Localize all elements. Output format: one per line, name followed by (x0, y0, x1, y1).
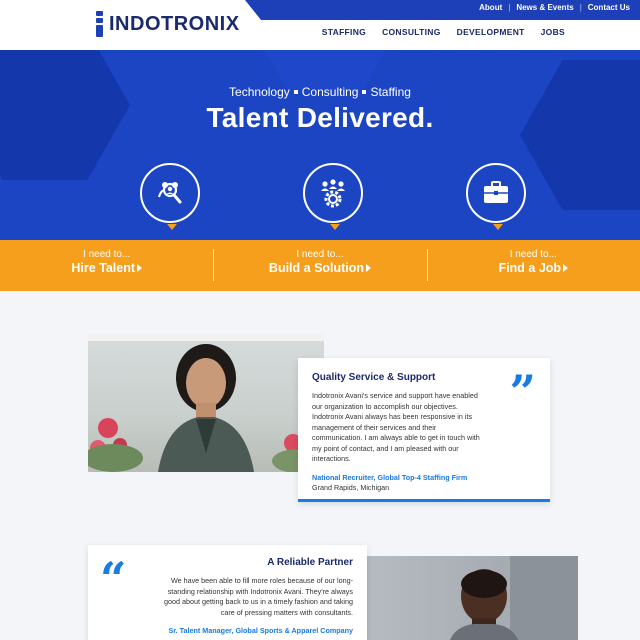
testimonial-citation: Sr. Talent Manager, Global Sports & Appa… (168, 626, 353, 635)
logo-mark-icon (95, 11, 104, 37)
testimonial-title: Quality Service & Support (312, 372, 436, 383)
testimonial-photo-woman (88, 333, 324, 472)
nav-item-development[interactable]: DEVELOPMENT (457, 27, 525, 37)
main-nav: STAFFING CONSULTING DEVELOPMENT JOBS (306, 27, 565, 37)
testimonial-body: Indotronix Avani's service and support h… (312, 391, 480, 463)
arrow-right-icon (563, 264, 569, 272)
solution-gear-icon[interactable] (303, 163, 363, 230)
nav-item-consulting[interactable]: CONSULTING (382, 27, 441, 37)
cta-bar: I need to... Hire Talent I need to... Bu… (0, 240, 640, 291)
testimonial-location: Grand Rapids, Michigan (312, 482, 390, 492)
site-header: INDOTRONIX About | News & Events | Conta… (0, 0, 640, 50)
briefcase-icon[interactable] (466, 163, 526, 230)
build-solution-cta[interactable]: I need to... Build a Solution (213, 240, 426, 291)
utility-bar: About | News & Events | Contact Us (245, 0, 640, 20)
talent-search-icon[interactable] (140, 163, 200, 230)
arrow-right-icon (366, 264, 372, 272)
arrow-right-icon (137, 264, 142, 272)
hero-banner: Technology Consulting Staffing Talent Deli… (0, 50, 640, 240)
logo[interactable]: INDOTRONIX (95, 11, 240, 37)
logo-text: INDOTRONIX (109, 12, 240, 35)
testimonial-card: “ A Reliable Partner We have been able t… (88, 545, 367, 640)
quote-icon: ” (509, 365, 536, 419)
separator: | (508, 3, 511, 12)
testimonial-photo-man (360, 556, 578, 640)
testimonial-body: We have been able to fill more roles bec… (164, 576, 353, 617)
nav-item-jobs[interactable]: JOBS (541, 27, 565, 37)
testimonial-citation: National Recruiter, Global Top-4 Staffin… (312, 472, 468, 482)
nav-item-staffing[interactable]: STAFFING (322, 27, 366, 37)
quote-icon: “ (100, 552, 127, 606)
testimonial-card: Quality Service & Support ” Indotronix A… (298, 358, 550, 502)
hero-tagline: Technology Consulting Staffing (229, 85, 411, 99)
hire-talent-cta[interactable]: I need to... Hire Talent (0, 240, 213, 291)
find-job-cta[interactable]: I need to... Find a Job (426, 240, 640, 291)
testimonial-title: A Reliable Partner (267, 557, 353, 568)
news-events-link[interactable]: News & Events (516, 3, 573, 12)
contact-us-link[interactable]: Contact Us (588, 3, 630, 12)
separator: | (579, 3, 582, 12)
hero-headline: Talent Delivered. (206, 102, 434, 133)
about-link[interactable]: About (479, 3, 502, 12)
